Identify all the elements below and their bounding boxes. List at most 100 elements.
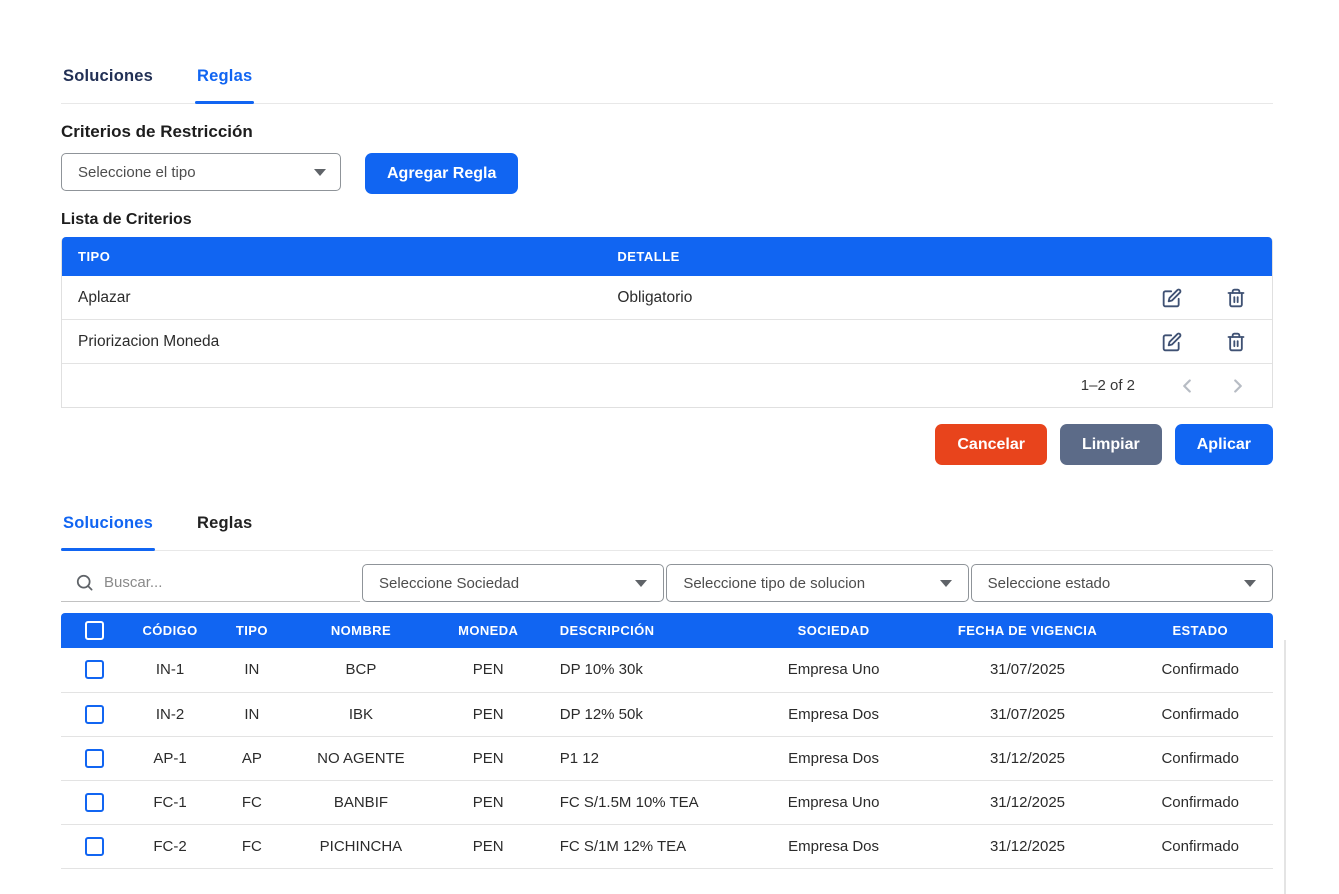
search-input[interactable] [104,574,356,591]
column-header-fecha-de-vigencia: FECHA DE VIGENCIA [928,613,1128,648]
cell-estado: Confirmado [1127,780,1273,824]
clear-button[interactable]: Limpiar [1060,424,1162,465]
tipo-solucion-select[interactable]: Seleccione tipo de solucion [666,564,968,602]
tab-soluciones-solutions-section[interactable]: Soluciones [61,505,155,550]
cell-estado: Confirmado [1127,692,1273,736]
pagination-next-icon[interactable] [1226,374,1250,398]
solutions-table-row: FC-1FCBANBIFPENFC S/1.5M 10% TEAEmpresa … [61,780,1273,824]
cell-descripcion: FC S/1M 12% TEA [546,824,740,868]
criteria-table: TIPO DETALLE AplazarObligatorio Priorizac… [61,237,1273,408]
criteria-controls: Seleccione el tipo Agregar Regla [61,153,1273,194]
cell-sociedad: Empresa Uno [740,648,928,692]
chevron-down-icon [635,580,647,587]
solutions-table-header-row: CÓDIGO TIPO NOMBRE MONEDA DESCRIPCIÓN SO… [61,613,1273,648]
tab-soluciones-rules-section[interactable]: Soluciones [61,58,155,103]
criteria-actions-cell [1162,332,1272,352]
pagination-prev-icon[interactable] [1175,374,1199,398]
cancel-button[interactable]: Cancelar [935,424,1047,465]
cell-moneda: PEN [431,692,546,736]
criteria-table-row: Priorizacion Moneda [62,320,1272,364]
column-header-codigo: CÓDIGO [128,613,213,648]
tab-reglas-solutions-section[interactable]: Reglas [195,505,254,550]
column-header-detalle: DETALLE [617,249,1272,264]
delete-icon[interactable] [1226,288,1246,308]
cell-codigo: IN-2 [128,692,213,736]
type-select[interactable]: Seleccione el tipo [61,153,341,191]
page: Soluciones Reglas Criterios de Restricci… [0,58,1339,894]
criteria-heading: Criterios de Restricción [61,122,1273,142]
cell-estado: Confirmado [1127,648,1273,692]
cell-fecha-de-vigencia: 31/07/2025 [928,648,1128,692]
cell-descripcion: DP 10% 30k [546,648,740,692]
criteria-detalle-cell: Obligatorio [617,289,1162,307]
sociedad-select[interactable]: Seleccione Sociedad [362,564,664,602]
pagination-label: 1–2 of 2 [1081,377,1135,394]
cell-codigo: FC-1 [128,780,213,824]
edit-icon[interactable] [1162,288,1182,308]
cell-nombre: NO AGENTE [291,736,430,780]
cell-sociedad: Empresa Dos [740,692,928,736]
column-header-moneda: MONEDA [431,613,546,648]
search-field[interactable] [61,564,360,602]
select-all-checkbox[interactable] [85,621,104,640]
row-select-cell [61,648,128,692]
cell-estado: Confirmado [1127,736,1273,780]
solutions-table-row: FC-2FCPICHINCHAPENFC S/1M 12% TEAEmpresa… [61,824,1273,868]
estado-select[interactable]: Seleccione estado [971,564,1273,602]
rules-tabs: Soluciones Reglas [61,58,1273,104]
column-header-nombre: NOMBRE [291,613,430,648]
cell-nombre: BANBIF [291,780,430,824]
tipo-solucion-select-value: Seleccione tipo de solucion [683,575,865,592]
column-header-tipo: TIPO [62,249,617,264]
cell-fecha-de-vigencia: 31/12/2025 [928,824,1128,868]
cell-descripcion: P1 12 [546,736,740,780]
type-select-value: Seleccione el tipo [78,164,196,181]
solutions-filter-row: Seleccione Sociedad Seleccione tipo de s… [61,564,1273,602]
solutions-table: CÓDIGO TIPO NOMBRE MONEDA DESCRIPCIÓN SO… [61,613,1273,869]
cell-sociedad: Empresa Uno [740,780,928,824]
cell-descripcion: DP 12% 50k [546,692,740,736]
row-select-cell [61,692,128,736]
cell-fecha-de-vigencia: 31/12/2025 [928,736,1128,780]
cell-sociedad: Empresa Dos [740,824,928,868]
chevron-down-icon [940,580,952,587]
cell-moneda: PEN [431,736,546,780]
cell-sociedad: Empresa Dos [740,736,928,780]
row-checkbox[interactable] [85,837,104,856]
cell-nombre: IBK [291,692,430,736]
cell-tipo: IN [212,648,291,692]
delete-icon[interactable] [1226,332,1246,352]
row-select-cell [61,780,128,824]
cell-descripcion: FC S/1.5M 10% TEA [546,780,740,824]
column-header-sociedad: SOCIEDAD [740,613,928,648]
cell-moneda: PEN [431,824,546,868]
criteria-table-body: AplazarObligatorio Priorizacion Moneda [62,276,1272,364]
criteria-tipo-cell: Aplazar [62,289,617,307]
cell-codigo: IN-1 [128,648,213,692]
chevron-down-icon [314,169,326,176]
row-checkbox[interactable] [85,793,104,812]
criteria-table-row: AplazarObligatorio [62,276,1272,320]
add-rule-button[interactable]: Agregar Regla [365,153,518,194]
scrollbar-track[interactable] [1284,640,1286,894]
search-icon [75,573,94,592]
criteria-tipo-cell: Priorizacion Moneda [62,333,617,351]
row-checkbox[interactable] [85,660,104,679]
solutions-table-row: AP-1APNO AGENTEPENP1 12Empresa Dos31/12/… [61,736,1273,780]
cell-nombre: PICHINCHA [291,824,430,868]
criteria-table-header: TIPO DETALLE [62,237,1272,276]
edit-icon[interactable] [1162,332,1182,352]
row-select-cell [61,824,128,868]
sociedad-select-value: Seleccione Sociedad [379,575,519,592]
pagination-bar: 1–2 of 2 [62,364,1272,407]
row-checkbox[interactable] [85,705,104,724]
cell-moneda: PEN [431,648,546,692]
solutions-table-row: IN-2INIBKPENDP 12% 50kEmpresa Dos31/07/2… [61,692,1273,736]
row-checkbox[interactable] [85,749,104,768]
cell-estado: Confirmado [1127,824,1273,868]
cell-tipo: FC [212,824,291,868]
apply-button[interactable]: Aplicar [1175,424,1273,465]
cell-codigo: FC-2 [128,824,213,868]
tab-reglas-rules-section[interactable]: Reglas [195,58,254,103]
cell-tipo: IN [212,692,291,736]
